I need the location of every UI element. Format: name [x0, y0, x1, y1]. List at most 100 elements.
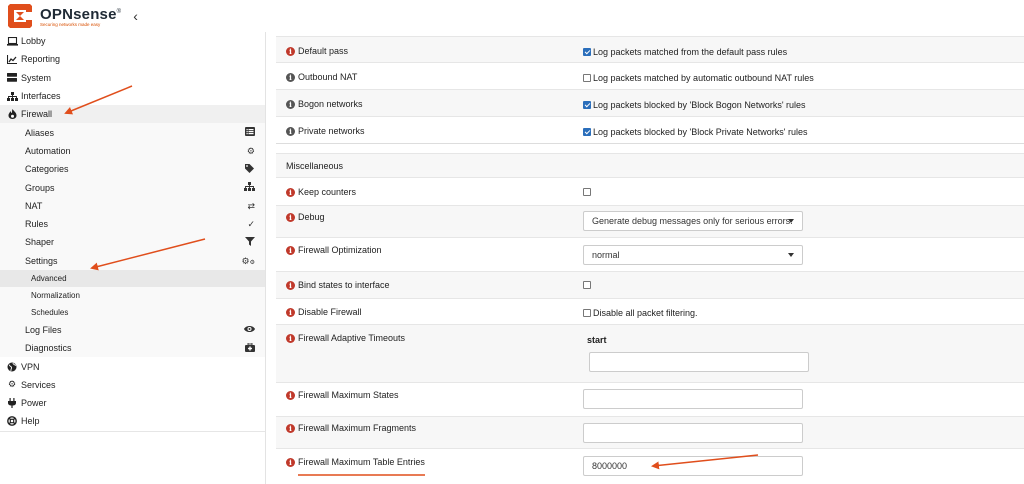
- info-icon[interactable]: i: [286, 46, 295, 56]
- setting-label: Debug: [298, 212, 325, 222]
- start-label: start: [587, 335, 607, 345]
- server-icon: [6, 73, 18, 83]
- plug-icon: [6, 398, 18, 409]
- setting-label: Bogon networks: [298, 99, 363, 109]
- sidebar-item-reporting[interactable]: Reporting: [0, 50, 265, 68]
- info-icon[interactable]: i: [286, 423, 295, 433]
- sidebar-item-advanced[interactable]: Advanced: [0, 269, 265, 287]
- sidebar-item-nat[interactable]: NAT ⇄: [0, 197, 265, 215]
- info-icon[interactable]: i: [286, 187, 295, 197]
- sidebar-item-services[interactable]: ⚙ Services: [0, 376, 265, 394]
- sidebar-divider: [0, 430, 265, 432]
- max-fragments-input[interactable]: [583, 423, 803, 443]
- chevron-left-icon[interactable]: ‹: [133, 8, 138, 24]
- optimization-select[interactable]: normal: [583, 245, 803, 265]
- section-title: Miscellaneous: [286, 161, 344, 171]
- sidebar-item-groups[interactable]: Groups: [0, 178, 265, 196]
- firewall-submenu: Aliases Automation ⚙ Categories Groups N…: [0, 123, 265, 358]
- sidebar-item-label: Interfaces: [21, 91, 61, 102]
- setting-row-adaptive-timeouts: i Firewall Adaptive Timeouts start: [276, 324, 1024, 382]
- info-icon[interactable]: i: [286, 99, 295, 109]
- checkbox[interactable]: [583, 74, 591, 82]
- sidebar-item-log-files[interactable]: Log Files: [0, 321, 265, 339]
- sidebar-item-diagnostics[interactable]: Diagnostics: [0, 339, 265, 357]
- setting-row-firewall-optimization: i Firewall Optimization normal: [276, 237, 1024, 271]
- sidebar-item-help[interactable]: Help: [0, 412, 265, 430]
- sidebar-item-settings[interactable]: Settings ⚙⚙: [0, 252, 265, 270]
- info-icon[interactable]: i: [286, 390, 295, 400]
- sitemap-icon: [244, 182, 255, 193]
- setting-label: Keep counters: [298, 187, 357, 197]
- adaptive-start-input[interactable]: [589, 352, 809, 372]
- brand-tagline: Securing networks made easy: [40, 21, 101, 27]
- sidebar-item-vpn[interactable]: VPN: [0, 357, 265, 375]
- section-spacer: [276, 143, 1024, 153]
- filter-icon: [245, 237, 255, 248]
- sidebar-item-rules[interactable]: Rules ✓: [0, 215, 265, 233]
- top-header: OPNsense® Securing networks made easy ‹: [0, 0, 1024, 32]
- gears-icon: ⚙⚙: [241, 255, 255, 266]
- debug-select[interactable]: Generate debug messages only for serious…: [583, 211, 803, 231]
- info-icon[interactable]: i: [286, 280, 295, 290]
- sidebar-item-shaper[interactable]: Shaper: [0, 233, 265, 251]
- sidebar-item-interfaces[interactable]: Interfaces: [0, 87, 265, 105]
- sidebar-item-label: Settings: [25, 255, 58, 266]
- sidebar-item-label: Aliases: [25, 127, 55, 138]
- sidebar-item-label: Groups: [25, 182, 55, 193]
- sidebar-item-lobby[interactable]: Lobby: [0, 32, 265, 50]
- caret-down-icon: [788, 253, 794, 257]
- sidebar-item-label: Advanced: [31, 273, 67, 283]
- select-value: Generate debug messages only for serious…: [592, 216, 793, 226]
- sidebar-item-normalization[interactable]: Normalization: [0, 287, 265, 304]
- checkbox[interactable]: [583, 309, 591, 317]
- sidebar-item-label: Firewall: [21, 109, 53, 120]
- sidebar-item-schedules[interactable]: Schedules: [0, 304, 265, 321]
- sidebar-item-label: Automation: [25, 145, 71, 156]
- setting-row-debug: i Debug Generate debug messages only for …: [276, 205, 1024, 237]
- laptop-icon: [6, 36, 18, 46]
- check-icon: ✓: [247, 218, 255, 229]
- sidebar-item-categories[interactable]: Categories: [0, 160, 265, 178]
- cog-icon: ⚙: [7, 379, 17, 390]
- info-icon[interactable]: i: [286, 245, 295, 255]
- max-states-input[interactable]: [583, 389, 803, 409]
- checkbox[interactable]: [583, 48, 591, 56]
- opnsense-logo[interactable]: OPNsense® Securing networks made easy: [6, 2, 121, 30]
- medkit-icon: [245, 342, 255, 354]
- sidebar-item-power[interactable]: Power: [0, 394, 265, 412]
- info-icon[interactable]: i: [286, 126, 295, 136]
- info-icon[interactable]: i: [286, 212, 295, 222]
- checkbox[interactable]: [583, 188, 591, 196]
- sidebar-item-label: Help: [21, 416, 40, 427]
- checkbox[interactable]: [583, 128, 591, 136]
- setting-label: Firewall Maximum Fragments: [298, 423, 417, 433]
- setting-row-private-networks: i Private networks Log packets blocked by…: [276, 116, 1024, 143]
- gear-icon: ⚙: [246, 145, 255, 156]
- max-table-entries-input[interactable]: 8000000: [583, 456, 803, 476]
- sidebar-item-label: VPN: [21, 361, 40, 372]
- setting-row-default-pass: i Default pass Log packets matched from t…: [276, 36, 1024, 62]
- sidebar-item-system[interactable]: System: [0, 69, 265, 87]
- checkbox-text: Log packets blocked by 'Block Private Ne…: [593, 127, 808, 137]
- setting-label: Disable Firewall: [298, 307, 362, 317]
- sidebar-item-automation[interactable]: Automation ⚙: [0, 142, 265, 160]
- info-icon[interactable]: i: [286, 307, 295, 317]
- chart-icon: [6, 54, 18, 64]
- select-value: normal: [592, 250, 620, 260]
- sidebar-item-firewall[interactable]: Firewall: [0, 105, 265, 124]
- setting-row-max-fragments: i Firewall Maximum Fragments: [276, 416, 1024, 448]
- info-icon[interactable]: i: [286, 72, 295, 82]
- sidebar-item-aliases[interactable]: Aliases: [0, 123, 265, 141]
- exchange-icon: ⇄: [247, 200, 255, 211]
- tags-icon: [245, 164, 255, 175]
- checkbox[interactable]: [583, 281, 591, 289]
- setting-label: Default pass: [298, 46, 349, 56]
- info-icon[interactable]: i: [286, 333, 295, 343]
- checkbox[interactable]: [583, 101, 591, 109]
- setting-label: Firewall Maximum Table Entries: [298, 457, 425, 467]
- setting-row-outbound-nat: i Outbound NAT Log packets matched by aut…: [276, 62, 1024, 89]
- info-icon[interactable]: i: [286, 457, 295, 467]
- opnsense-logo-icon: [6, 2, 34, 30]
- sidebar-item-label: Reporting: [21, 54, 61, 65]
- setting-label: Firewall Optimization: [298, 245, 382, 255]
